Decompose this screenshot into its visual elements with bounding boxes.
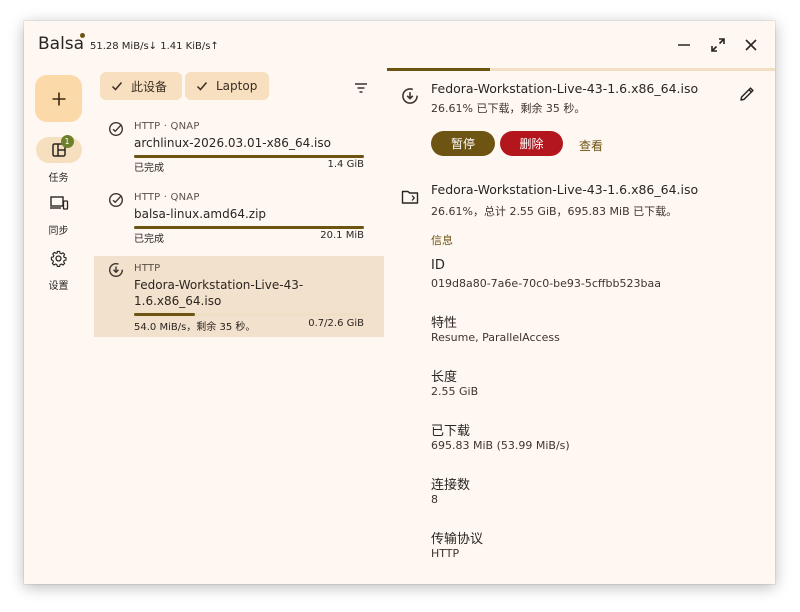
title-bar: Balsa 51.28 MiB/s↓ 1.41 KiB/s↑ xyxy=(24,21,775,69)
edit-pencil-icon xyxy=(740,87,754,101)
view-button[interactable]: 查看 xyxy=(579,137,603,154)
detail-subtitle: 26.61% 已下载，剩余 35 秒。 xyxy=(431,102,586,115)
nav-label-tasks: 任务 xyxy=(48,173,69,184)
prop-label-protocol: 传输协议 xyxy=(431,532,484,547)
close-button[interactable] xyxy=(740,34,762,56)
downloading-icon xyxy=(108,262,124,278)
check-icon xyxy=(111,80,123,92)
chip-laptop[interactable]: Laptop xyxy=(185,72,269,100)
transfer-speed: 51.28 MiB/s↓ 1.41 KiB/s↑ xyxy=(90,41,219,52)
maximize-button[interactable] xyxy=(707,34,729,56)
info-section-header: 信息 xyxy=(431,234,453,247)
download-name: balsa-linux.amd64.zip xyxy=(134,207,267,221)
nav-item-sync[interactable]: 同步 xyxy=(30,190,87,240)
devices-icon xyxy=(49,196,68,210)
close-icon xyxy=(745,39,757,51)
minimize-icon xyxy=(678,44,690,46)
list-item[interactable]: HTTP · QNAP archlinux-2026.03.01-x86_64.… xyxy=(94,113,384,179)
delete-button[interactable]: 删除 xyxy=(500,131,563,156)
app-window: Balsa 51.28 MiB/s↓ 1.41 KiB/s↑ 1 任务 同步 设… xyxy=(24,21,775,584)
app-logo-dot xyxy=(80,33,85,38)
prop-label-connections: 连接数 xyxy=(431,478,471,493)
prop-value-id: 019d8a80-7a6e-70c0-be93-5cffbb523baa xyxy=(431,277,661,290)
download-size: 20.1 MiB xyxy=(320,230,364,241)
download-source: HTTP · QNAP xyxy=(134,192,200,203)
filter-icon xyxy=(355,83,367,93)
plus-icon xyxy=(52,92,65,105)
prop-value-connections: 8 xyxy=(431,493,438,506)
prop-label-id: ID xyxy=(431,258,445,273)
download-name: Fedora-Workstation-Live-43-1.6.x86_64.is… xyxy=(134,278,304,308)
filter-button[interactable] xyxy=(354,79,372,93)
add-download-button[interactable] xyxy=(35,75,82,122)
download-status: 已完成 xyxy=(134,163,164,174)
detail-progress-bar xyxy=(387,68,775,71)
downloading-icon xyxy=(402,88,418,104)
nav-item-tasks[interactable]: 1 任务 xyxy=(30,135,87,187)
tasks-badge: 1 xyxy=(60,135,74,148)
download-size: 1.4 GiB xyxy=(327,159,364,170)
nav-label-settings: 设置 xyxy=(48,281,69,292)
prop-value-protocol: HTTP xyxy=(431,547,460,560)
download-progress xyxy=(134,226,364,229)
completed-check-icon xyxy=(108,192,124,208)
download-status: 54.0 MiB/s，剩余 35 秒。 xyxy=(134,322,256,333)
pause-button[interactable]: 暂停 xyxy=(431,131,495,156)
prop-label-length: 长度 xyxy=(431,370,458,385)
maximize-icon xyxy=(711,38,725,52)
detail-title: Fedora-Workstation-Live-43-1.6.x86_64.is… xyxy=(431,81,699,96)
completed-check-icon xyxy=(108,121,124,137)
check-icon xyxy=(196,80,208,92)
download-status: 已完成 xyxy=(134,234,164,245)
download-name: archlinux-2026.03.01-x86_64.iso xyxy=(134,136,331,150)
download-size: 0.7/2.6 GiB xyxy=(308,318,364,329)
file-archive-icon xyxy=(401,190,419,204)
chip-this-device[interactable]: 此设备 xyxy=(100,72,182,100)
prop-label-features: 特性 xyxy=(431,316,458,331)
list-item-selected[interactable]: HTTP Fedora-Workstation-Live-43-1.6.x86_… xyxy=(94,256,384,337)
rename-button[interactable] xyxy=(738,85,758,105)
download-progress xyxy=(134,313,364,316)
minimize-button[interactable] xyxy=(673,34,695,56)
prop-value-downloaded: 695.83 MiB (53.99 MiB/s) xyxy=(431,439,570,452)
download-source: HTTP xyxy=(134,263,161,274)
prop-value-features: Resume, ParallelAccess xyxy=(431,331,560,344)
chip-label: Laptop xyxy=(216,79,258,93)
chip-label: 此设备 xyxy=(131,79,168,94)
nav-item-settings[interactable]: 设置 xyxy=(30,245,87,295)
gear-icon xyxy=(50,250,67,267)
nav-label-sync: 同步 xyxy=(48,226,69,237)
app-title: Balsa xyxy=(38,34,85,54)
prop-label-downloaded: 已下载 xyxy=(431,424,471,439)
download-source: HTTP · QNAP xyxy=(134,121,200,132)
file-title: Fedora-Workstation-Live-43-1.6.x86_64.is… xyxy=(431,182,699,197)
list-item[interactable]: HTTP · QNAP balsa-linux.amd64.zip 已完成 20… xyxy=(94,184,384,250)
file-summary: 26.61%，总计 2.55 GiB，695.83 MiB 已下载。 xyxy=(431,205,678,218)
download-progress xyxy=(134,155,364,158)
prop-value-length: 2.55 GiB xyxy=(431,385,479,398)
